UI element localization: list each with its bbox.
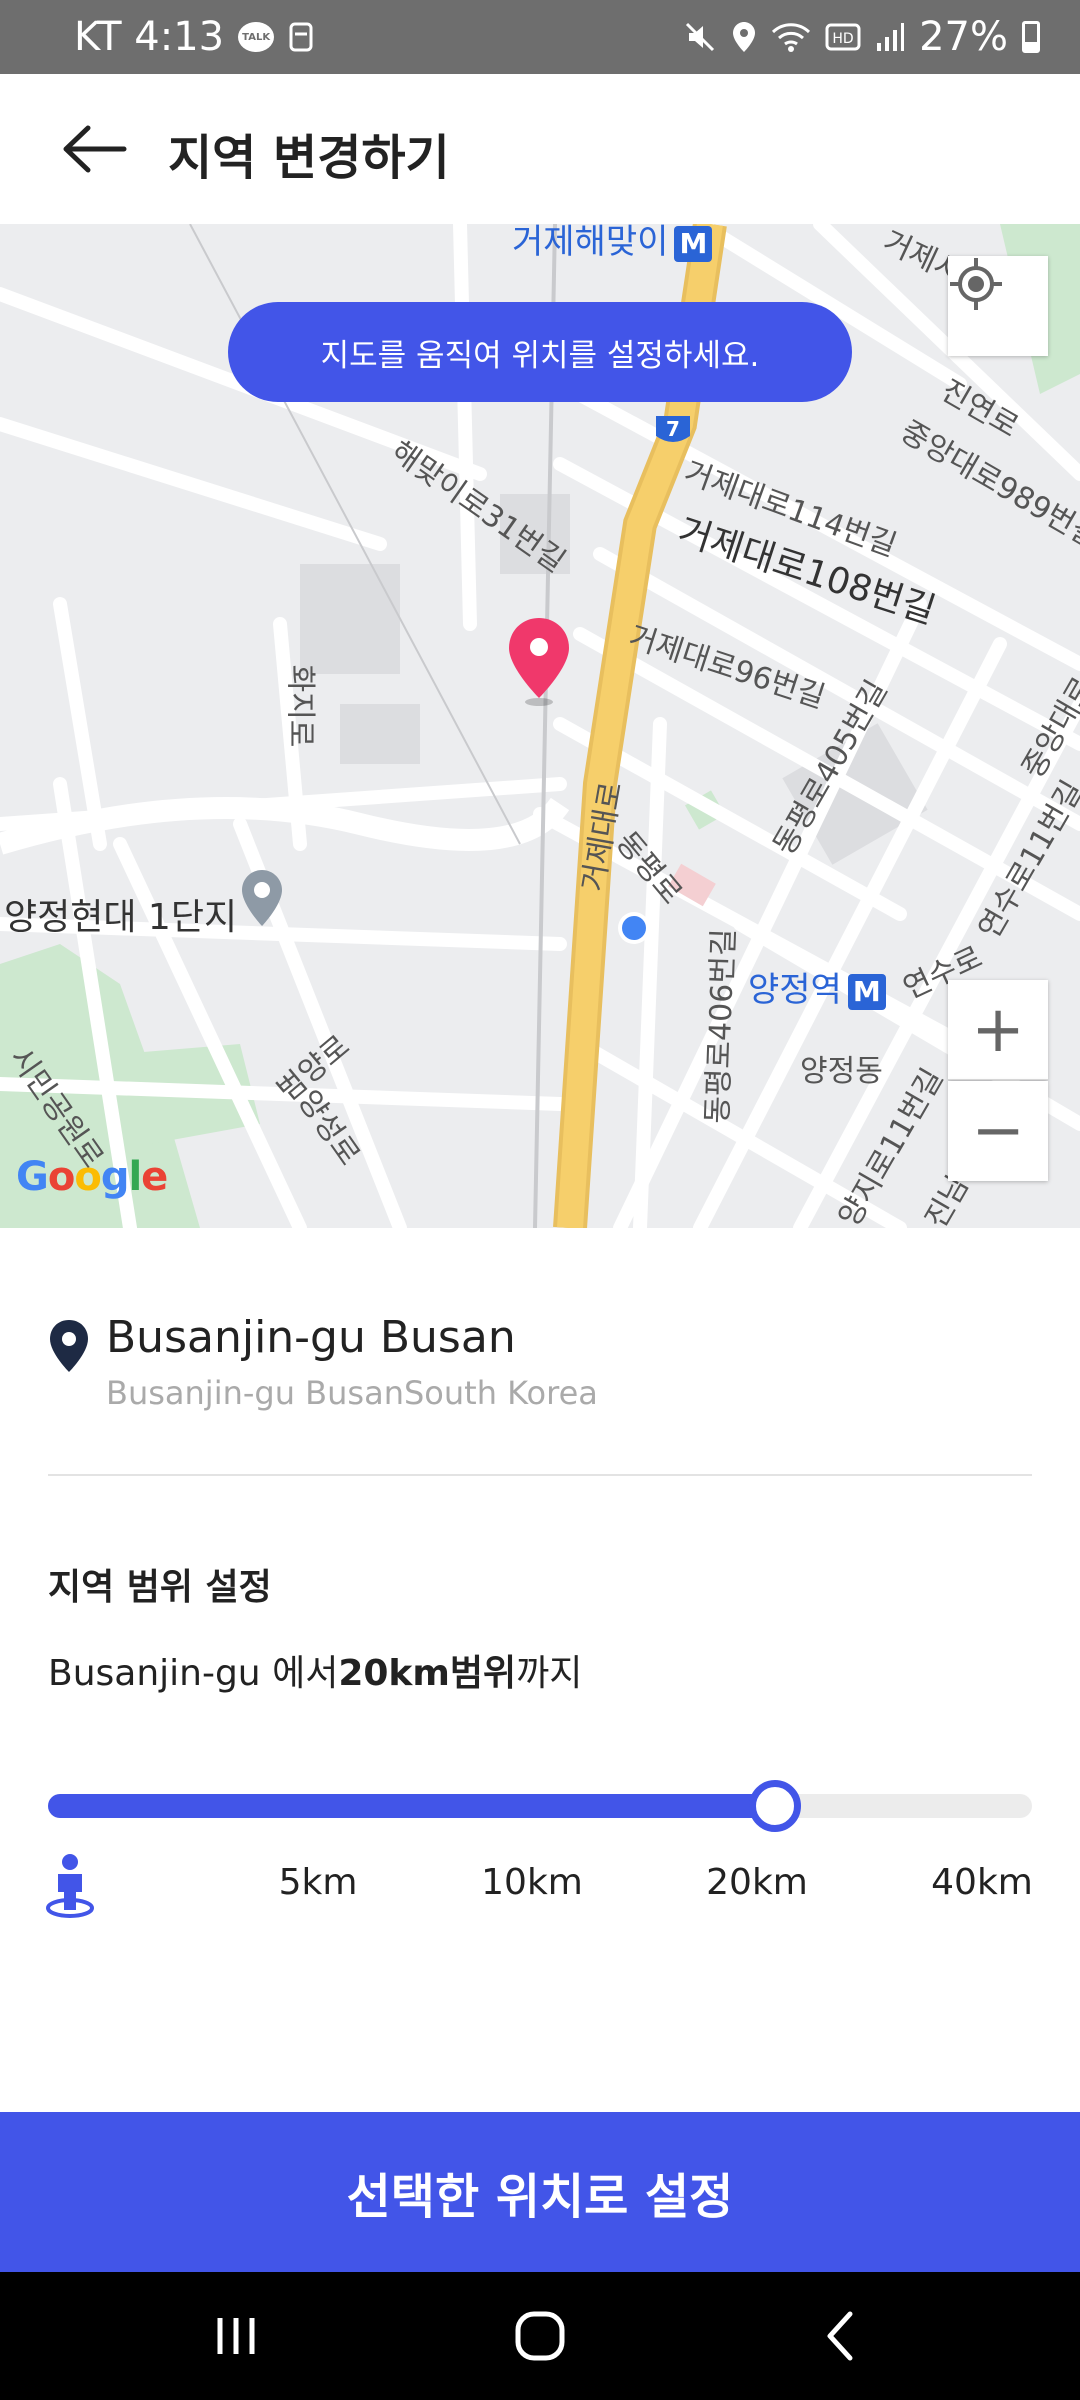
range-tick-5km: 5km — [278, 1862, 358, 1903]
range-desc-prefix: Busanjin-gu 에서 — [48, 1653, 339, 1694]
zoom-out-button[interactable]: − — [948, 1081, 1048, 1181]
back-icon — [827, 2311, 853, 2361]
range-desc-suffix: 까지 — [516, 1653, 583, 1694]
my-location-button[interactable] — [948, 256, 1048, 356]
arrow-left-icon[interactable] — [58, 122, 128, 176]
route-shield-icon: 7 — [656, 416, 690, 442]
range-slider-thumb[interactable] — [749, 1780, 802, 1832]
crosshair-icon — [950, 258, 1002, 310]
set-location-button[interactable]: 선택한 위치로 설정 — [0, 2112, 1080, 2272]
mute-icon — [686, 22, 715, 52]
map-instruction-banner: 지도를 움직여 위치를 설정하세요. — [228, 302, 852, 402]
map-view[interactable]: 거제해맞이M 거제시장길 진연로 중앙대로989번길 거제대로114번길 거제대… — [0, 224, 1080, 1228]
svg-text:HD: HD — [832, 31, 853, 47]
recent-apps-icon — [217, 2318, 255, 2354]
person-icon — [46, 1854, 94, 1918]
status-bar: KT 4:13 TALK HD 27% — [0, 0, 1080, 74]
page-title: 지역 변경하기 — [168, 130, 450, 186]
plus-icon: + — [971, 992, 1025, 1067]
location-pin-icon — [50, 1320, 88, 1372]
range-tick-40km: 40km — [931, 1862, 1033, 1903]
recent-apps-button[interactable] — [206, 2306, 266, 2366]
battery-percent: 27% — [919, 14, 1008, 60]
system-nav-bar — [0, 2272, 1080, 2400]
home-button[interactable] — [510, 2306, 570, 2366]
range-description: Busanjin-gu 에서20km범위까지 — [48, 1644, 582, 1696]
battery-icon — [1022, 21, 1040, 53]
divider — [48, 1474, 1032, 1476]
carrier-time: KT 4:13 — [74, 14, 225, 60]
range-section-title: 지역 범위 설정 — [48, 1567, 272, 1608]
zoom-in-button[interactable]: + — [948, 980, 1048, 1080]
location-address: Busanjin-gu BusanSouth Korea — [106, 1374, 598, 1412]
minus-icon: − — [971, 1094, 1025, 1168]
svg-text:7: 7 — [666, 417, 680, 441]
range-tick-10km: 10km — [481, 1862, 583, 1903]
range-tick-20km: 20km — [706, 1862, 808, 1903]
notification-icon — [289, 22, 313, 52]
selected-location-pin-icon — [509, 618, 569, 706]
map-label-yangjeongdong: 양정동 — [800, 1054, 883, 1089]
app-header: 지역 변경하기 — [0, 74, 1080, 224]
kakaotalk-icon: TALK — [238, 22, 275, 52]
hd-icon: HD — [825, 23, 861, 51]
map-label-hwaji: 화지로 — [282, 664, 318, 748]
place-marker-icon — [242, 870, 282, 926]
map-label-dongpyeong406: 동평로406번길 — [700, 927, 743, 1125]
home-icon — [515, 2311, 565, 2361]
range-desc-bold: 20km범위 — [338, 1653, 517, 1694]
user-location-dot-icon — [618, 912, 650, 944]
status-left: KT 4:13 TALK — [74, 14, 314, 60]
location-icon — [733, 22, 756, 52]
google-logo: Google — [16, 1154, 168, 1200]
wifi-icon — [772, 23, 811, 52]
map-label-station-top: 거제해맞이 M — [512, 224, 713, 263]
range-slider-track[interactable] — [48, 1794, 1032, 1818]
map-label-yangjeong-apt: 양정현대 1단지 — [4, 897, 238, 938]
back-button[interactable] — [810, 2306, 870, 2366]
location-name: Busanjin-gu Busan — [106, 1312, 516, 1363]
range-slider-fill — [48, 1794, 776, 1818]
map-label-yangjeong-station: 양정역 M — [748, 962, 886, 1011]
status-right: HD 27% — [683, 14, 1040, 60]
signal-icon — [877, 23, 905, 51]
